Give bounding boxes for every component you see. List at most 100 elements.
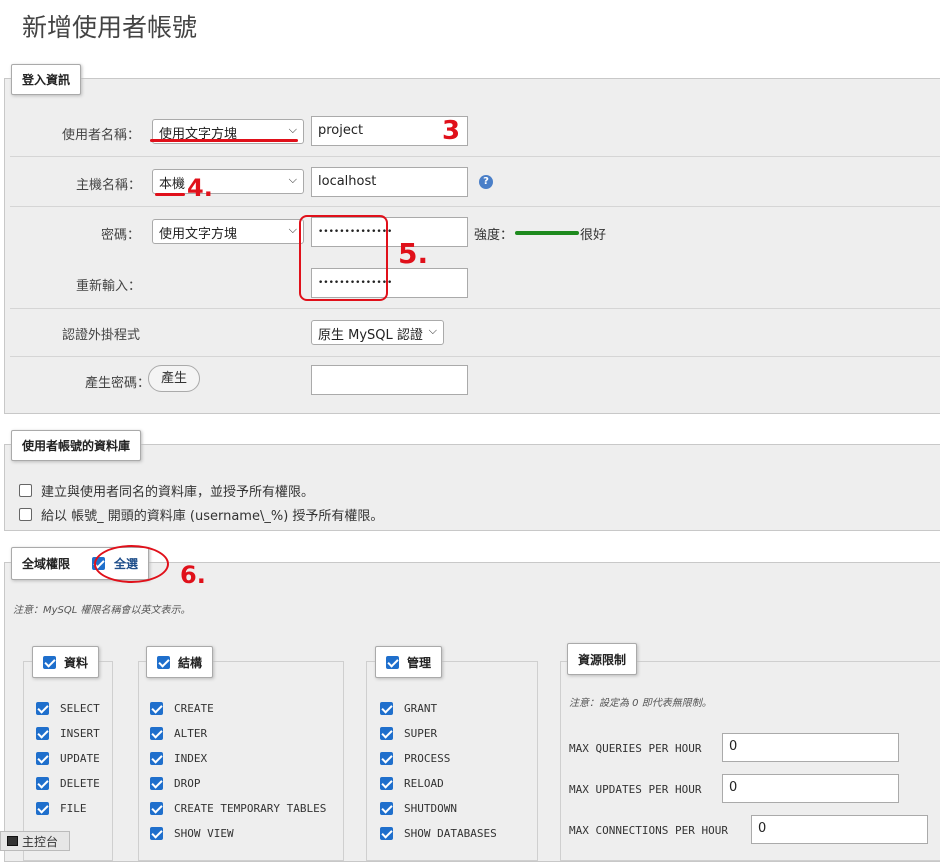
generate-row: 產生密碼： 產生 <box>10 357 940 405</box>
privilege-grant[interactable]: GRANT <box>380 702 437 715</box>
annotation-6: 6. <box>180 561 206 589</box>
create-temp-checkbox[interactable] <box>150 802 163 815</box>
create-checkbox[interactable] <box>150 702 163 715</box>
password-type-value: 使用文字方塊 <box>159 227 238 242</box>
console-icon <box>7 836 18 846</box>
delete-checkbox[interactable] <box>36 777 49 790</box>
chevron-down-icon: ⌵ <box>288 223 297 236</box>
reload-checkbox[interactable] <box>380 777 393 790</box>
super-checkbox[interactable] <box>380 727 393 740</box>
privilege-insert[interactable]: INSERT <box>36 727 100 740</box>
select-checkbox[interactable] <box>36 702 49 715</box>
admin-legend[interactable]: 管理 <box>375 646 443 678</box>
max-updates-input[interactable]: 0 <box>722 774 899 803</box>
console-tab[interactable]: 主控台 <box>0 831 70 851</box>
annotation-circle-select-all <box>94 545 169 583</box>
strength-bar <box>515 231 579 235</box>
auth-plugin-row: 認證外掛程式 原生 MySQL 認證 ⌵ <box>10 309 940 357</box>
create-label: CREATE <box>174 702 214 715</box>
max-connections-input[interactable]: 0 <box>751 815 928 844</box>
shutdown-checkbox[interactable] <box>380 802 393 815</box>
privilege-create[interactable]: CREATE <box>150 702 214 715</box>
option-create-db[interactable]: 建立與使用者同名的資料庫，並授予所有權限。 <box>19 481 314 500</box>
select-label: SELECT <box>60 702 100 715</box>
grant-prefix-checkbox[interactable] <box>19 508 32 521</box>
privilege-select[interactable]: SELECT <box>36 702 100 715</box>
limits-legend: 資源限制 <box>567 643 638 675</box>
password-type-select[interactable]: 使用文字方塊 ⌵ <box>152 219 304 244</box>
super-label: SUPER <box>404 727 438 740</box>
max-queries-input[interactable]: 0 <box>722 733 899 762</box>
grant-label: GRANT <box>404 702 438 715</box>
privilege-reload[interactable]: RELOAD <box>380 777 444 790</box>
update-checkbox[interactable] <box>36 752 49 765</box>
admin-all-checkbox[interactable] <box>386 655 399 669</box>
max-updates-label: MAX UPDATES PER HOUR <box>569 783 702 796</box>
alter-label: ALTER <box>174 727 208 740</box>
index-checkbox[interactable] <box>150 752 163 765</box>
username-label: 使用者名稱： <box>62 128 141 143</box>
privilege-process[interactable]: PROCESS <box>380 752 450 765</box>
username-row: 使用者名稱： 使用文字方塊 ⌵ project <box>10 106 940 157</box>
privilege-delete[interactable]: DELETE <box>36 777 100 790</box>
privilege-alter[interactable]: ALTER <box>150 727 207 740</box>
generated-password-input[interactable] <box>311 365 468 395</box>
annotation-circle-password <box>299 215 388 301</box>
structure-all-checkbox[interactable] <box>157 655 170 669</box>
annotation-underline <box>150 139 298 142</box>
auth-plugin-value: 原生 MySQL 認證 <box>318 328 423 343</box>
alter-checkbox[interactable] <box>150 727 163 740</box>
host-label: 主機名稱： <box>76 178 142 193</box>
create-db-label: 建立與使用者同名的資料庫，並授予所有權限。 <box>41 485 315 500</box>
privilege-show-view[interactable]: SHOW VIEW <box>150 827 234 840</box>
host-type-select[interactable]: 本機 ⌵ <box>152 169 304 194</box>
limits-note: 注意：設定為 0 即代表無限制。 <box>569 698 712 709</box>
global-privileges-fieldset: 注意：MySQL 權限名稱會以英文表示。 SELECT INSERT UPDAT… <box>4 562 940 862</box>
privilege-update[interactable]: UPDATE <box>36 752 100 765</box>
chevron-down-icon: ⌵ <box>428 324 437 337</box>
reload-label: RELOAD <box>404 777 444 790</box>
show-databases-checkbox[interactable] <box>380 827 393 840</box>
help-icon[interactable]: ? <box>479 175 493 189</box>
delete-label: DELETE <box>60 777 100 790</box>
data-all-checkbox[interactable] <box>43 655 56 669</box>
auth-plugin-label: 認證外掛程式 <box>62 328 141 343</box>
file-label: FILE <box>60 802 87 815</box>
grant-checkbox[interactable] <box>380 702 393 715</box>
process-checkbox[interactable] <box>380 752 393 765</box>
database-fieldset: 建立與使用者同名的資料庫，並授予所有權限。 給以 帳號_ 開頭的資料庫 (use… <box>4 444 940 531</box>
annotation-5: 5. <box>398 237 429 270</box>
privilege-show-databases[interactable]: SHOW DATABASES <box>380 827 497 840</box>
strength-label: 強度： <box>474 228 514 243</box>
show-databases-label: SHOW DATABASES <box>404 827 497 840</box>
grant-prefix-label: 給以 帳號_ 開頭的資料庫 (username\_%) 授予所有權限。 <box>41 509 384 524</box>
generate-password-button[interactable]: 產生 <box>148 365 200 392</box>
show-view-checkbox[interactable] <box>150 827 163 840</box>
chevron-down-icon: ⌵ <box>288 173 297 186</box>
database-legend: 使用者帳號的資料庫 <box>11 430 142 461</box>
console-label: 主控台 <box>22 834 59 849</box>
privilege-super[interactable]: SUPER <box>380 727 437 740</box>
host-type-value: 本機 <box>159 177 186 192</box>
privilege-index[interactable]: INDEX <box>150 752 207 765</box>
strength-text: 很好 <box>580 228 607 243</box>
insert-label: INSERT <box>60 727 100 740</box>
max-connections-label: MAX CONNECTIONS PER HOUR <box>569 824 728 837</box>
privilege-drop[interactable]: DROP <box>150 777 201 790</box>
file-checkbox[interactable] <box>36 802 49 815</box>
privilege-shutdown[interactable]: SHUTDOWN <box>380 802 457 815</box>
data-legend[interactable]: 資料 <box>32 646 100 678</box>
insert-checkbox[interactable] <box>36 727 49 740</box>
index-label: INDEX <box>174 752 208 765</box>
limits-title: 資源限制 <box>578 652 627 667</box>
privilege-file[interactable]: FILE <box>36 802 87 815</box>
create-db-checkbox[interactable] <box>19 484 32 497</box>
host-input[interactable]: localhost <box>311 167 468 197</box>
structure-legend[interactable]: 結構 <box>146 646 214 678</box>
auth-plugin-select[interactable]: 原生 MySQL 認證 ⌵ <box>311 320 444 345</box>
privileges-note: 注意：MySQL 權限名稱會以英文表示。 <box>13 605 191 616</box>
drop-checkbox[interactable] <box>150 777 163 790</box>
option-grant-prefix[interactable]: 給以 帳號_ 開頭的資料庫 (username\_%) 授予所有權限。 <box>19 505 383 524</box>
admin-title: 管理 <box>407 655 432 670</box>
privilege-create-temp[interactable]: CREATE TEMPORARY TABLES <box>150 802 326 815</box>
